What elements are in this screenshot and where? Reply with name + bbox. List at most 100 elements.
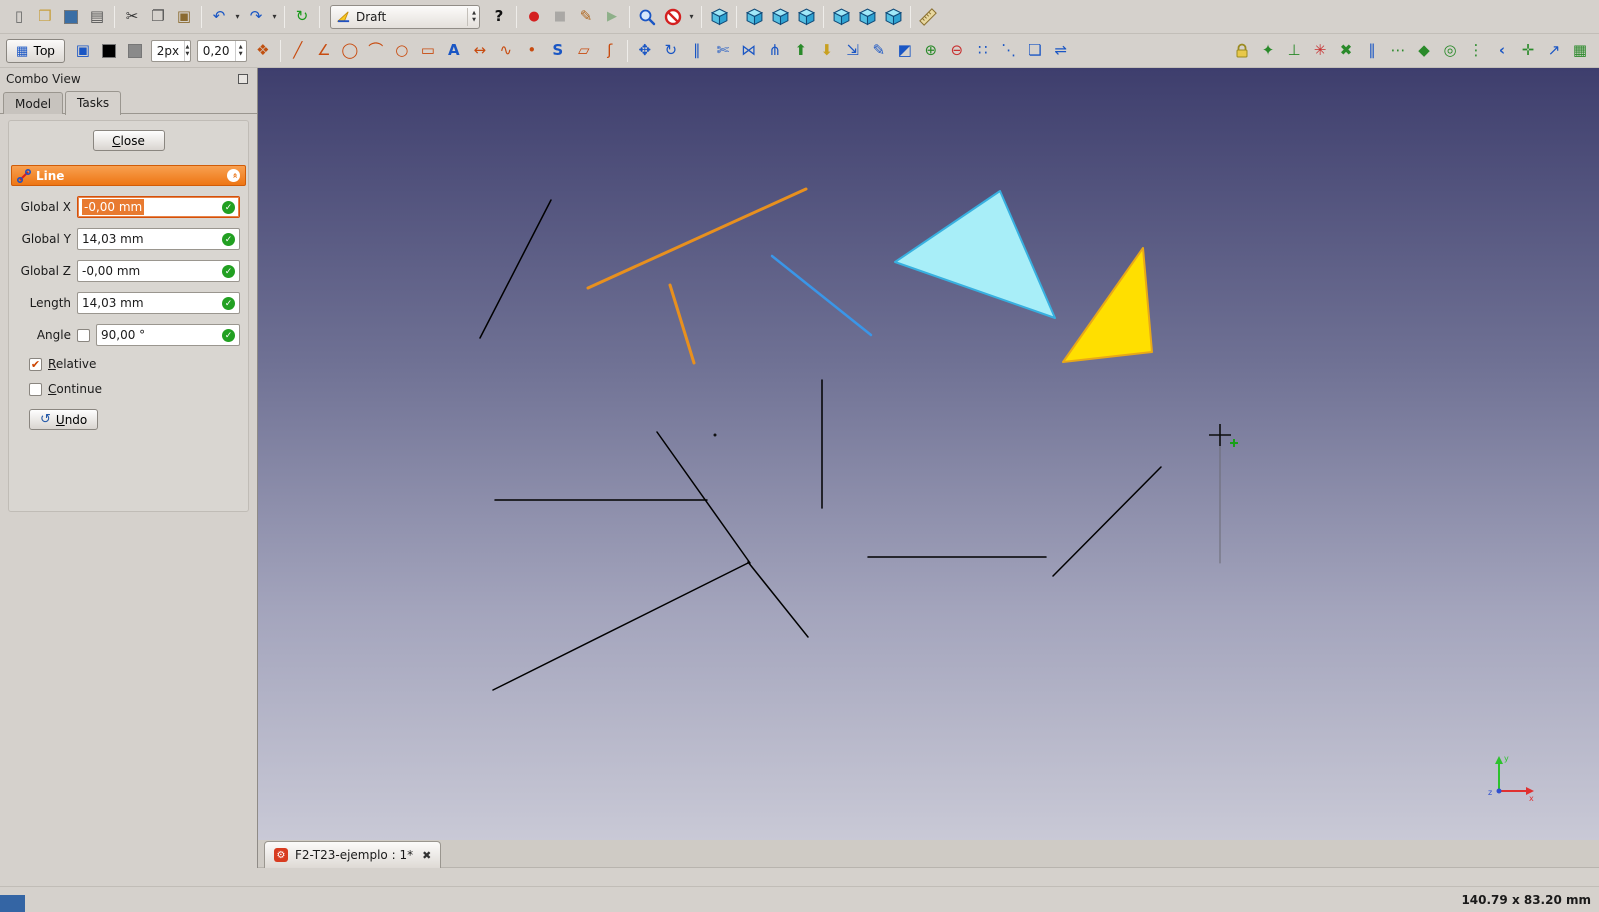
draft-array-button[interactable]: ∷ xyxy=(970,38,996,64)
draft-downgrade-button[interactable]: ⬇ xyxy=(814,38,840,64)
draft-bezier-button[interactable]: ʃ xyxy=(597,38,623,64)
view-bottom-button[interactable] xyxy=(854,4,880,30)
draft-shapestring-button[interactable]: S xyxy=(545,38,571,64)
document-tab-close-icon[interactable]: ✖ xyxy=(422,849,431,862)
save-button[interactable] xyxy=(58,4,84,30)
macro-play-button[interactable]: ▶ xyxy=(599,4,625,30)
draft-point-button[interactable]: • xyxy=(519,38,545,64)
draft-wire-button[interactable]: ∠ xyxy=(311,38,337,64)
snap-intersection-button[interactable]: ✖ xyxy=(1333,38,1359,64)
draft-split-button[interactable]: ⋔ xyxy=(762,38,788,64)
angle-input[interactable]: 90,00 ° ✓ xyxy=(96,324,240,346)
draft-rectangle-button[interactable]: ▭ xyxy=(415,38,441,64)
open-document-button[interactable]: ❒ xyxy=(32,4,58,30)
snap-endpoint-button[interactable]: ✦ xyxy=(1255,38,1281,64)
face-color-swatch[interactable] xyxy=(122,38,148,64)
draft-upgrade-button[interactable]: ⬆ xyxy=(788,38,814,64)
blue-line-1[interactable] xyxy=(770,254,873,337)
draft-ellipse-button[interactable]: ○ xyxy=(389,38,415,64)
draft-offset-button[interactable]: ∥ xyxy=(684,38,710,64)
view-top-button[interactable] xyxy=(767,4,793,30)
tab-tasks[interactable]: Tasks xyxy=(65,91,122,115)
continue-checkbox[interactable] xyxy=(29,382,42,396)
draft-circle-button[interactable]: ◯ xyxy=(337,38,363,64)
print-button[interactable]: ▤ xyxy=(84,4,110,30)
yellow-triangle[interactable] xyxy=(1062,247,1153,363)
workbench-selector-arrows-icon[interactable]: ▲ ▼ xyxy=(467,7,476,26)
draft-subelement-button[interactable]: ◩ xyxy=(892,38,918,64)
copy-button[interactable]: ❐ xyxy=(145,4,171,30)
cyan-triangle[interactable] xyxy=(894,190,1056,319)
undo-task-button[interactable]: ↺ Undo xyxy=(29,409,99,430)
draft-scale-button[interactable]: ⇲ xyxy=(840,38,866,64)
snap-extension-button[interactable]: ⋯ xyxy=(1385,38,1411,64)
draft-dimension-button[interactable]: ↔ xyxy=(467,38,493,64)
apply-style-button[interactable]: ❖ xyxy=(250,38,276,64)
snap-perpendicular-button[interactable]: ⊥ xyxy=(1281,38,1307,64)
measure-distance-button[interactable] xyxy=(915,4,941,30)
draft-point[interactable] xyxy=(713,433,717,437)
snap-dimensions-button[interactable]: ⋮ xyxy=(1463,38,1489,64)
snap-center-button[interactable]: ◎ xyxy=(1437,38,1463,64)
snap-lock-button[interactable] xyxy=(1229,38,1255,64)
black-line-2[interactable] xyxy=(656,431,751,564)
working-plane-button[interactable]: ▦ Top xyxy=(6,38,65,63)
redo-dropdown[interactable]: ▾ xyxy=(269,4,280,30)
autogroup-button[interactable]: ▣ xyxy=(70,38,96,64)
draft-line-button[interactable]: ╱ xyxy=(285,38,311,64)
cut-button[interactable]: ✂ xyxy=(119,4,145,30)
line-width-spin[interactable]: 2px ▲ ▼ xyxy=(150,39,191,62)
draft-edit-button[interactable]: ✎ xyxy=(866,38,892,64)
zoom-fit-button[interactable] xyxy=(634,4,660,30)
macro-edit-button[interactable]: ✎ xyxy=(573,4,599,30)
new-document-button[interactable]: ▯ xyxy=(6,4,32,30)
clipping-dropdown[interactable]: ▾ xyxy=(686,4,697,30)
draft-add-point-button[interactable]: ⊕ xyxy=(918,38,944,64)
draft-arc-button[interactable]: ⌒ xyxy=(363,38,389,64)
draft-bspline-button[interactable]: ∿ xyxy=(493,38,519,64)
text-scale-spin[interactable]: 0,20 ▲ ▼ xyxy=(196,39,247,62)
black-line-1[interactable] xyxy=(479,199,552,339)
collapse-task-icon[interactable]: « xyxy=(227,169,240,182)
snap-near-button[interactable]: ‹ xyxy=(1489,38,1515,64)
snap-parallel-button[interactable]: ∥ xyxy=(1359,38,1385,64)
draft-remove-point-button[interactable]: ⊖ xyxy=(944,38,970,64)
clipping-plane-button[interactable] xyxy=(660,4,686,30)
float-panel-icon[interactable] xyxy=(238,74,248,84)
snap-special-button[interactable]: ◆ xyxy=(1411,38,1437,64)
whats-this-button[interactable]: ? xyxy=(486,4,512,30)
redo-button[interactable]: ↷ xyxy=(243,4,269,30)
draft-trim-button[interactable]: ✄ xyxy=(710,38,736,64)
undo-dropdown[interactable]: ▾ xyxy=(232,4,243,30)
line-color-swatch[interactable] xyxy=(96,38,122,64)
snap-grid-button[interactable]: ▦ xyxy=(1567,38,1593,64)
close-task-button[interactable]: Close xyxy=(92,130,165,151)
draft-clone-button[interactable]: ❏ xyxy=(1022,38,1048,64)
global-y-input[interactable]: 14,03 mm ✓ xyxy=(77,228,240,250)
draft-rotate-button[interactable]: ↻ xyxy=(658,38,684,64)
line-width-arrows-icon[interactable]: ▲ ▼ xyxy=(184,40,190,61)
global-z-input[interactable]: -0,00 mm ✓ xyxy=(77,260,240,282)
black-line-3[interactable] xyxy=(747,561,809,638)
macro-stop-button[interactable]: ■ xyxy=(547,4,573,30)
view-front-button[interactable] xyxy=(741,4,767,30)
draft-path-array-button[interactable]: ⋱ xyxy=(996,38,1022,64)
draft-join-button[interactable]: ⋈ xyxy=(736,38,762,64)
macro-record-button[interactable]: ● xyxy=(521,4,547,30)
snap-working-plane-button[interactable]: ↗ xyxy=(1541,38,1567,64)
orange-line-1[interactable] xyxy=(586,187,808,290)
length-input[interactable]: 14,03 mm ✓ xyxy=(77,292,240,314)
line-task-header[interactable]: Line « xyxy=(11,165,246,186)
document-tab[interactable]: ⚙ F2-T23-ejemplo : 1* ✖ xyxy=(264,841,442,868)
view-axonometric-button[interactable] xyxy=(706,4,732,30)
workbench-selector[interactable]: Draft ▲ ▼ xyxy=(330,4,480,29)
orange-line-2[interactable] xyxy=(668,283,696,365)
draft-move-button[interactable]: ✥ xyxy=(632,38,658,64)
global-x-input[interactable]: -0,00 mm ✓ xyxy=(77,196,240,218)
paste-button[interactable]: ▣ xyxy=(171,4,197,30)
3d-viewport[interactable]: y x z xyxy=(258,68,1599,840)
refresh-button[interactable]: ↻ xyxy=(289,4,315,30)
relative-checkbox[interactable] xyxy=(29,357,42,371)
draft-facebinder-button[interactable]: ▱ xyxy=(571,38,597,64)
snap-ortho-button[interactable]: ✛ xyxy=(1515,38,1541,64)
